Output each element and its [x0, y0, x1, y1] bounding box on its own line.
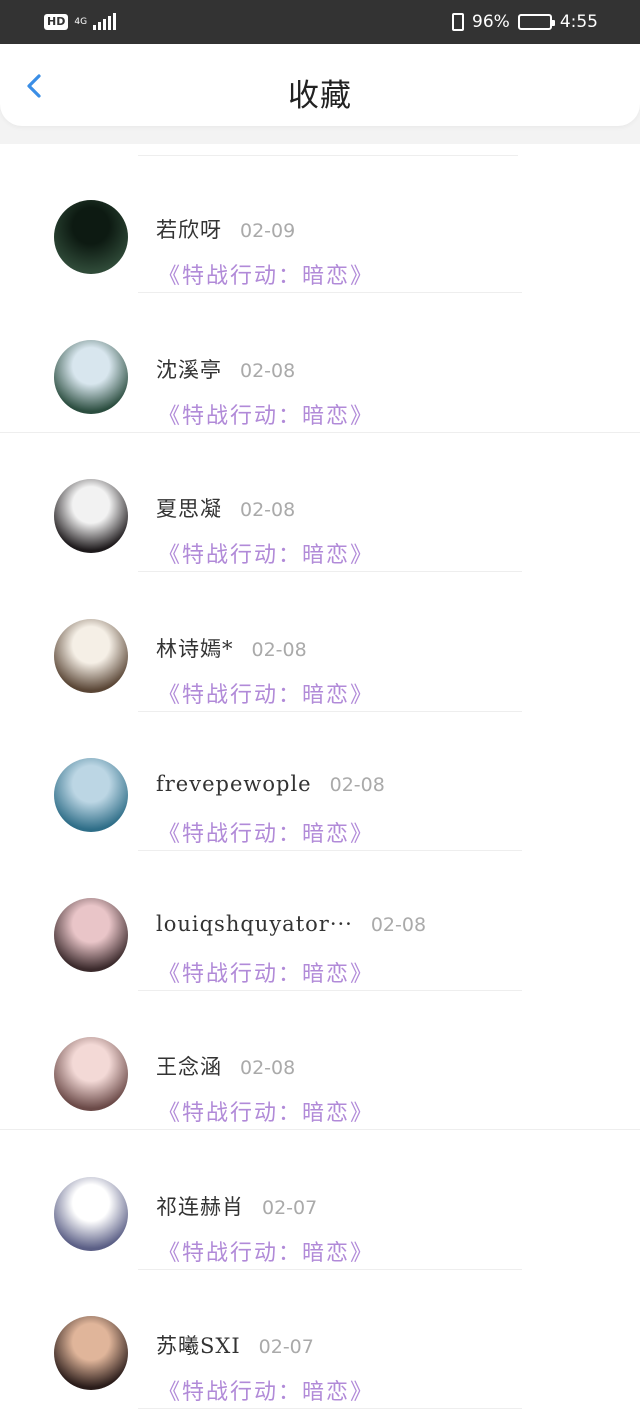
name-row: 林诗嫣* 02-08 — [156, 633, 307, 663]
network-type: 4G — [74, 16, 88, 27]
user-name[interactable]: 若欣呀 — [156, 214, 222, 244]
favorite-date: 02-09 — [240, 220, 296, 242]
avatar[interactable] — [54, 339, 128, 414]
page-title: 收藏 — [288, 78, 352, 114]
work-title-link[interactable]: 《特战行动：暗恋》 — [158, 677, 374, 709]
name-row: 夏思凝 02-08 — [156, 493, 295, 523]
work-title-link[interactable]: 《特战行动：暗恋》 — [158, 258, 374, 290]
favorite-item[interactable]: 苏曦SXI 02-07 《特战行动：暗恋》 — [0, 1270, 640, 1409]
name-row: frevepewople 02-08 — [156, 772, 385, 796]
avatar[interactable] — [54, 758, 128, 832]
favorite-date: 02-08 — [240, 359, 296, 382]
work-title-link[interactable]: 《特战行动：暗恋》 — [158, 1374, 374, 1406]
favorite-date: 02-08 — [329, 774, 385, 796]
favorite-item[interactable]: 林诗嫣* 02-08 《特战行动：暗恋》 — [0, 573, 640, 712]
name-row: 王念涵 02-08 — [156, 1051, 295, 1081]
battery-percent: 96% — [472, 12, 510, 32]
work-title-link[interactable]: 《特战行动：暗恋》 — [158, 1095, 374, 1127]
favorite-item[interactable]: 夏思凝 02-08 《特战行动：暗恋》 — [0, 433, 640, 572]
user-name[interactable]: 沈溪亭 — [156, 354, 222, 384]
favorite-item[interactable]: frevepewople 02-08 《特战行动：暗恋》 — [0, 712, 640, 851]
header-wrap: 收藏 — [0, 44, 640, 144]
avatar[interactable] — [54, 1316, 128, 1390]
favorite-item[interactable]: 祁连赫肖 02-07 《特战行动：暗恋》 — [0, 1131, 640, 1270]
favorite-item[interactable]: 王念涵 02-08 《特战行动：暗恋》 — [0, 991, 640, 1130]
user-name[interactable]: 林诗嫣* — [156, 633, 234, 663]
name-row: 沈溪亭 02-08 — [156, 354, 295, 384]
vibrate-icon — [452, 13, 465, 31]
avatar[interactable] — [54, 1176, 128, 1251]
favorite-date: 02-08 — [240, 499, 296, 521]
hd-badge: HD — [44, 14, 69, 30]
work-title-link[interactable]: 《特战行动：暗恋》 — [158, 956, 374, 988]
name-row: louiqshquyator··· 02-08 — [156, 912, 426, 936]
name-row: 若欣呀 02-09 — [156, 214, 295, 244]
avatar[interactable] — [54, 479, 128, 553]
avatar[interactable] — [54, 200, 128, 274]
network-label: 4G — [74, 16, 88, 27]
clock: 4:55 — [559, 12, 598, 32]
status-bar: HD 4G 96% 4:55 — [0, 0, 640, 44]
avatar[interactable] — [54, 1037, 128, 1111]
user-name[interactable]: 苏曦SXI — [156, 1330, 241, 1360]
favorite-date: 02-07 — [258, 1336, 314, 1358]
favorite-date: 02-08 — [370, 913, 427, 936]
user-name[interactable]: 祁连赫肖 — [156, 1191, 244, 1221]
favorite-item[interactable]: louiqshquyator··· 02-08 《特战行动：暗恋》 — [0, 852, 640, 991]
name-row: 祁连赫肖 02-07 — [156, 1191, 317, 1221]
avatar[interactable] — [54, 618, 128, 693]
status-right: 96% 4:55 — [452, 12, 598, 32]
work-title-link[interactable]: 《特战行动：暗恋》 — [158, 1235, 374, 1267]
status-left: HD 4G — [44, 13, 117, 30]
favorite-date: 02-08 — [240, 1057, 296, 1079]
row-divider — [138, 1408, 522, 1409]
user-name[interactable]: frevepewople — [156, 772, 312, 796]
avatar[interactable] — [54, 897, 128, 972]
favorite-item[interactable]: 若欣呀 02-09 《特战行动：暗恋》 — [0, 154, 640, 293]
work-title-link[interactable]: 《特战行动：暗恋》 — [158, 537, 374, 569]
user-name[interactable]: 王念涵 — [156, 1051, 222, 1081]
header: 收藏 — [0, 44, 640, 126]
battery-icon — [517, 14, 555, 30]
user-name[interactable]: 夏思凝 — [156, 493, 222, 523]
favorite-date: 02-08 — [251, 638, 307, 661]
user-name[interactable]: louiqshquyator··· — [156, 912, 353, 936]
work-title-link[interactable]: 《特战行动：暗恋》 — [158, 398, 374, 430]
favorite-date: 02-07 — [262, 1196, 318, 1219]
favorite-item[interactable]: 沈溪亭 02-08 《特战行动：暗恋》 — [0, 294, 640, 433]
work-title-link[interactable]: 《特战行动：暗恋》 — [158, 816, 374, 848]
signal-icon — [93, 13, 117, 30]
name-row: 苏曦SXI 02-07 — [156, 1330, 314, 1360]
